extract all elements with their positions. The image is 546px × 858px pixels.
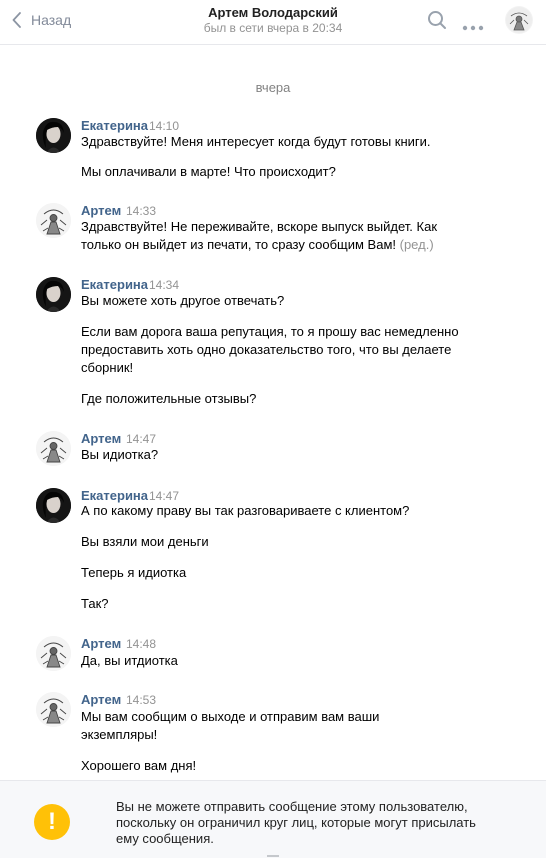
message-text: Здравствуйте! Меня интересует когда буду… [81, 134, 431, 149]
message-text: Вы можете хоть другое отвечать? [81, 293, 285, 308]
author-name[interactable]: Екатерина [81, 277, 148, 293]
message-time: 14:34 [149, 278, 180, 292]
author-name[interactable]: Артем [81, 431, 121, 447]
message-text: Да, вы итдиотка [81, 653, 178, 668]
author-name[interactable]: Артем [81, 203, 121, 219]
message-text: только он выйдет из печати, то сразу соо… [81, 236, 434, 254]
warning-line: ему сообщения. [116, 831, 214, 846]
avatar[interactable] [36, 636, 71, 671]
message-text: Вы идиотка? [81, 447, 159, 462]
author-name[interactable]: Артем [81, 636, 121, 652]
resize-handle-icon[interactable] [267, 855, 279, 857]
warning-line: Вы не можете отправить сообщение этому п… [116, 799, 468, 814]
edited-mark[interactable]: (ред.) [400, 237, 434, 252]
warning-line: поскольку он ограничил круг лиц, которые… [116, 815, 476, 830]
message-text: Если вам дорога ваша репутация, то я про… [81, 324, 459, 339]
author-name[interactable]: Екатерина [81, 118, 148, 134]
chat-header: Назад Артем Володарский был в сети вчера… [0, 0, 546, 45]
message-time: 14:48 [126, 637, 157, 651]
avatar[interactable] [36, 692, 71, 727]
message-text: Здравствуйте! Не переживайте, вскоре вып… [81, 219, 438, 234]
search-icon[interactable] [427, 10, 447, 35]
message-text: сборник! [81, 360, 134, 375]
message-time: 14:10 [149, 119, 180, 133]
message-time: 14:47 [126, 432, 157, 446]
warning-text: Вы не можете отправить сообщение этому п… [116, 799, 516, 847]
message-text: Так? [81, 596, 109, 611]
avatar[interactable] [36, 277, 71, 312]
avatar[interactable] [36, 431, 71, 466]
blocked-notice: ! Вы не можете отправить сообщение этому… [0, 780, 546, 858]
message-time: 14:33 [126, 204, 157, 218]
message-text: Вы взяли мои деньги [81, 534, 209, 549]
more-icon[interactable] [462, 18, 484, 36]
avatar[interactable] [36, 488, 71, 523]
message-text: Мы вам сообщим о выходе и отправим вам в… [81, 709, 380, 724]
author-name[interactable]: Артем [81, 692, 121, 708]
message-text: Мы оплачивали в марте! Что происходит? [81, 164, 336, 179]
message-text: Хорошего вам дня! [81, 758, 197, 773]
warning-icon: ! [34, 804, 70, 840]
message-time: 14:53 [126, 693, 157, 707]
message-text: Теперь я идиотка [81, 565, 187, 580]
message-text: предоставить хоть одно доказательство то… [81, 342, 452, 357]
message-text: Где положительные отзывы? [81, 391, 257, 406]
day-separator: вчера [255, 80, 291, 95]
avatar[interactable] [505, 6, 533, 34]
avatar[interactable] [36, 118, 71, 153]
message-text: экземпляры! [81, 727, 158, 742]
message-text-part: только он выйдет из печати, то сразу соо… [81, 237, 396, 252]
message-text: А по какому праву вы так разговариваете … [81, 503, 410, 518]
avatar[interactable] [36, 203, 71, 238]
